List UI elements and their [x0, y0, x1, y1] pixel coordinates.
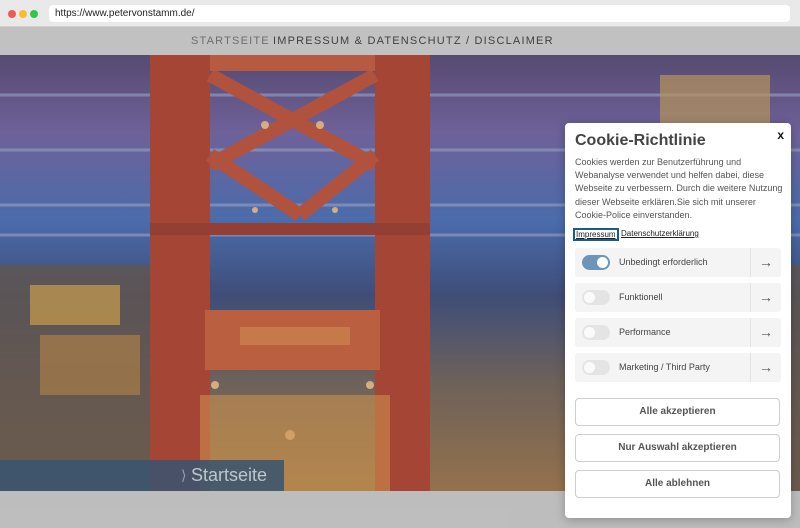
toggle-knob	[584, 327, 595, 338]
category-label: Unbedingt erforderlich	[619, 257, 708, 267]
page-title-banner: ⟩ Startseite	[0, 460, 284, 491]
arrow-right-icon[interactable]: →	[750, 248, 781, 277]
category-label: Marketing / Third Party	[619, 362, 710, 372]
nav-item-startseite[interactable]: STARTSEITE	[191, 35, 270, 47]
window-maximize-icon[interactable]	[30, 10, 38, 18]
impressum-link[interactable]: Impressum	[573, 228, 619, 241]
toggle-knob	[597, 257, 608, 268]
browser-chrome: https://www.petervonstamm.de/	[0, 0, 800, 27]
close-button[interactable]: x	[777, 128, 784, 142]
dialog-description: Cookies werden zur Benutzerführung und W…	[575, 157, 783, 220]
toggle-knob	[584, 292, 595, 303]
category-unbedingt-erforderlich: Unbedingt erforderlich →	[575, 248, 781, 277]
toggle-marketing[interactable]	[582, 360, 610, 375]
arrow-right-icon[interactable]: →	[750, 318, 781, 347]
datenschutz-link[interactable]: Datenschutzerklärung	[621, 228, 699, 239]
chevron-right-icon: ⟩	[181, 467, 187, 483]
dialog-title: Cookie-Richtlinie	[575, 132, 706, 149]
accept-selection-button[interactable]: Nur Auswahl akzeptieren	[575, 434, 780, 462]
page-title: Startseite	[191, 465, 268, 485]
nav-item-impressum[interactable]: IMPRESSUM & DATENSCHUTZ / DISCLAIMER	[273, 35, 554, 47]
toggle-knob	[584, 362, 595, 373]
top-navigation: STARTSEITE IMPRESSUM & DATENSCHUTZ / DIS…	[0, 27, 800, 55]
arrow-right-icon[interactable]: →	[750, 353, 781, 382]
address-bar[interactable]: https://www.petervonstamm.de/	[49, 5, 790, 22]
category-funktionell: Funktionell →	[575, 283, 781, 312]
window-close-icon[interactable]	[8, 10, 16, 18]
window-minimize-icon[interactable]	[19, 10, 27, 18]
category-marketing: Marketing / Third Party →	[575, 353, 781, 382]
category-label: Performance	[619, 327, 671, 337]
accept-all-button[interactable]: Alle akzeptieren	[575, 398, 780, 426]
category-label: Funktionell	[619, 292, 663, 302]
arrow-right-icon[interactable]: →	[750, 283, 781, 312]
toggle-performance[interactable]	[582, 325, 610, 340]
toggle-unbedingt-erforderlich[interactable]	[582, 255, 610, 270]
toggle-funktionell[interactable]	[582, 290, 610, 305]
reject-all-button[interactable]: Alle ablehnen	[575, 470, 780, 498]
cookie-dialog: x Cookie-Richtlinie Cookies werden zur B…	[565, 123, 791, 518]
category-performance: Performance →	[575, 318, 781, 347]
